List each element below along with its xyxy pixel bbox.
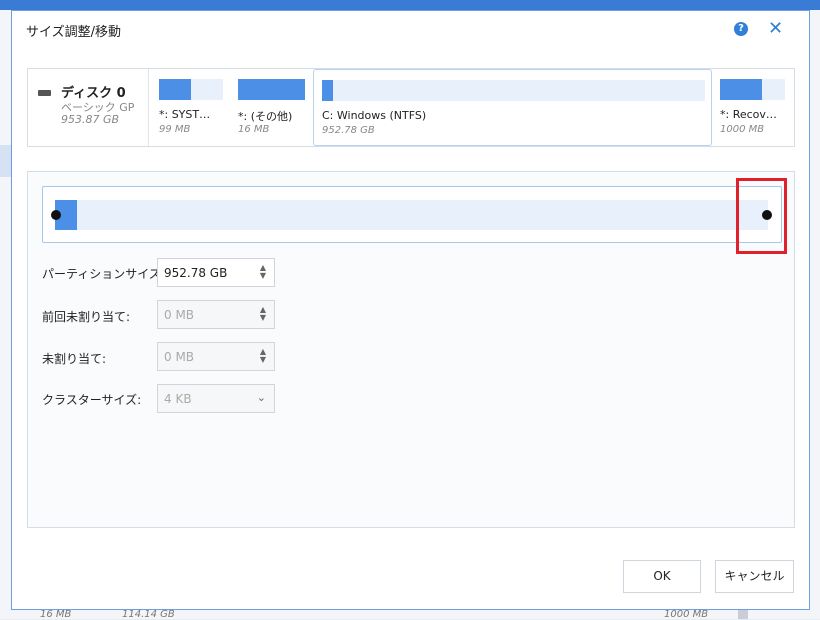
unallocated-before-value: 0 MB: [164, 308, 195, 322]
stepper-arrows-icon[interactable]: ▲ ▼: [260, 306, 266, 322]
disk-size: 953.87 GB: [61, 113, 120, 126]
partition-size-label: パーティションサイズ:: [42, 267, 165, 281]
partition-usage-bar: [322, 80, 705, 101]
unallocated-after-stepper[interactable]: 0 MB ▲ ▼: [157, 342, 275, 371]
close-icon[interactable]: ✕: [768, 18, 783, 39]
unallocated-before-label: 前回未割り当て:: [42, 310, 131, 324]
dialog-title: サイズ調整/移動: [26, 25, 121, 40]
unallocated-after-value: 0 MB: [164, 350, 195, 364]
partition-size: 1000 MB: [720, 124, 765, 135]
partition-system[interactable]: *: SYST… 99 MB: [156, 69, 226, 146]
partition-size: 99 MB: [159, 124, 191, 135]
resize-panel: パーティションサイズ: 952.78 GB ▲ ▼ 前回未割り当て: 0 MB ▲…: [27, 171, 795, 528]
partition-usage-fill: [159, 79, 191, 100]
background-size-label: 1000 MB: [664, 609, 709, 620]
background-right-panel: [810, 10, 820, 619]
partition-other[interactable]: *: (その他) 16 MB: [238, 69, 318, 146]
cluster-size-value: 4 KB: [164, 392, 192, 406]
partition-label: *: (その他): [238, 110, 293, 123]
partition-label: *: Recov…: [720, 108, 777, 121]
cluster-size-label: クラスターサイズ:: [42, 393, 142, 407]
background-size-label: 114.14 GB: [122, 609, 175, 620]
partition-windows-selected[interactable]: C: Windows (NTFS) 952.78 GB: [313, 69, 712, 146]
background-scrollbar[interactable]: [738, 610, 748, 619]
background-size-label: 16 MB: [40, 609, 72, 620]
highlight-annotation: [736, 178, 787, 254]
hard-disk-icon: [38, 90, 51, 96]
cancel-button[interactable]: キャンセル: [715, 560, 794, 593]
ok-button[interactable]: OK: [623, 560, 701, 593]
partition-size-value: 952.78 GB: [164, 266, 228, 280]
partition-recovery[interactable]: *: Recov… 1000 MB: [720, 69, 794, 146]
partition-size: 952.78 GB: [322, 125, 375, 136]
chevron-down-icon: ⌄: [256, 391, 266, 404]
partition-usage-fill: [238, 79, 305, 100]
stepper-arrows-icon[interactable]: ▲ ▼: [260, 264, 266, 280]
partition-size: 16 MB: [238, 124, 270, 135]
partition-usage-bar: [720, 79, 785, 100]
partition-usage-fill: [322, 80, 334, 101]
partition-resize-slider[interactable]: [42, 186, 782, 243]
background-left-panel: [0, 10, 11, 619]
disk-map: ディスク 0 ベーシック GP 953.87 GB *: SYST… 99 MB…: [27, 68, 795, 147]
partition-size-stepper[interactable]: 952.78 GB ▲ ▼: [157, 258, 275, 287]
disk-info: ディスク 0 ベーシック GP 953.87 GB: [28, 69, 149, 146]
unallocated-after-label: 未割り当て:: [42, 352, 107, 366]
partition-label: *: SYST…: [159, 108, 211, 121]
partition-usage-fill: [720, 79, 763, 100]
resize-move-dialog: サイズ調整/移動 ? ✕ ディスク 0 ベーシック GP 953.87 GB *…: [11, 10, 810, 610]
partition-label: C: Windows (NTFS): [322, 109, 427, 122]
unallocated-before-stepper[interactable]: 0 MB ▲ ▼: [157, 300, 275, 329]
question-icon[interactable]: ?: [734, 22, 748, 36]
partition-usage-bar: [159, 79, 223, 100]
left-resize-handle[interactable]: [51, 210, 61, 220]
partition-usage-bar: [238, 79, 305, 100]
background-selected-row: [0, 145, 11, 177]
slider-track: [55, 200, 768, 230]
background-title-bar: [0, 0, 820, 10]
cluster-size-select[interactable]: 4 KB ⌄: [157, 384, 275, 413]
stepper-arrows-icon[interactable]: ▲ ▼: [260, 348, 266, 364]
